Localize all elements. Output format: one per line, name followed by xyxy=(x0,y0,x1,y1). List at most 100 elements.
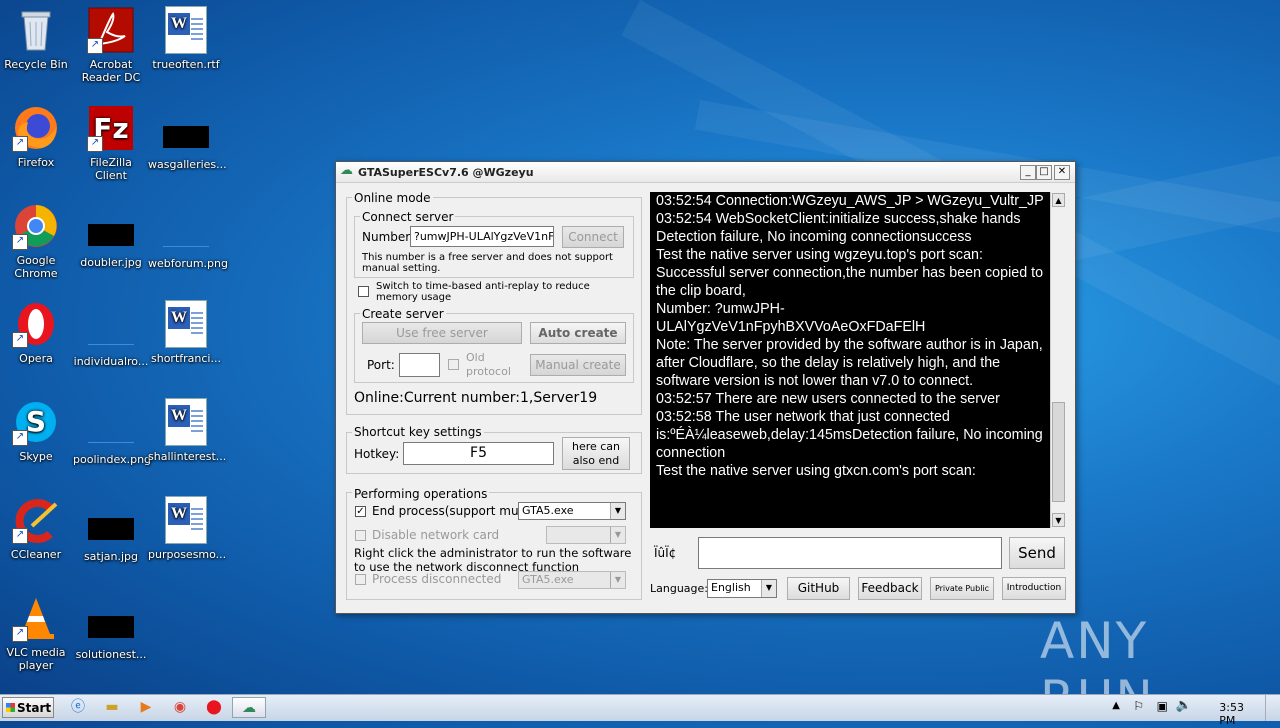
online-status-text: Online:Current number:1,Server19 xyxy=(354,390,598,406)
desktop-icon-google-chrome[interactable]: ↗ Google Chrome xyxy=(0,202,74,280)
private-public-button[interactable]: Private Public xyxy=(930,577,994,600)
scroll-thumb[interactable] xyxy=(1052,402,1065,502)
image-thumbnail xyxy=(88,224,134,246)
acrobat-icon: ↗ xyxy=(87,6,135,54)
show-desktop-button[interactable] xyxy=(1265,695,1280,721)
old-protocol-checkbox[interactable] xyxy=(448,359,459,370)
disable-network-checkbox[interactable] xyxy=(355,530,366,541)
desktop-icon-acrobat[interactable]: ↗ Acrobat Reader DC xyxy=(73,6,149,84)
scroll-up-icon[interactable]: ▲ xyxy=(1052,193,1065,207)
shortcut-label: Shortcut key settings xyxy=(352,425,484,439)
maximize-button[interactable]: □ xyxy=(1036,165,1052,180)
log-output[interactable]: 03:52:54 Connection:WGzeyu_AWS_JP > WGze… xyxy=(650,192,1050,528)
network-icon[interactable]: ▣ xyxy=(1157,699,1168,713)
word-document-icon: W xyxy=(162,496,210,544)
introduction-button[interactable]: Introduction xyxy=(1002,577,1066,600)
desktop-icon-firefox[interactable]: ↗ Firefox xyxy=(0,104,74,169)
action-center-flag-icon[interactable]: ⚐ xyxy=(1133,699,1144,713)
hotkey-field[interactable]: F5 xyxy=(403,442,554,465)
desktop-icon-solutionest[interactable]: solutionest... xyxy=(73,594,149,661)
ie-taskbar-icon[interactable]: ⓔ xyxy=(64,697,92,718)
shortcut-arrow-icon: ↗ xyxy=(12,332,28,348)
github-button[interactable]: GitHub xyxy=(787,577,850,600)
chat-input[interactable] xyxy=(698,537,1002,569)
word-document-icon: W xyxy=(162,300,210,348)
opera-taskbar-icon[interactable]: ⬤ xyxy=(200,697,228,718)
process-disconnected-select[interactable]: GTA5.exe ▼ xyxy=(518,571,626,589)
desktop-icon-wasgalleries[interactable]: wasgalleries... xyxy=(148,104,227,171)
desktop-icon-label: Recycle Bin xyxy=(4,58,68,71)
use-free-server-button[interactable]: Use free server xyxy=(362,322,522,344)
end-process-select[interactable]: GTA5.exe ▼ xyxy=(518,502,626,520)
manual-create-button[interactable]: Manual create xyxy=(530,354,626,376)
shortcut-arrow-icon: ↗ xyxy=(12,528,28,544)
log-line: 03:52:57 There are new users connected t… xyxy=(656,391,1000,407)
desktop-icon-label: Google Chrome xyxy=(14,254,58,280)
chrome-taskbar-icon[interactable]: ◉ xyxy=(166,697,194,718)
image-thumbnail xyxy=(88,518,134,540)
online-mode-label: Online mode xyxy=(352,191,433,205)
log-line: Test the native server using gtxcn.com's… xyxy=(656,463,976,479)
start-button[interactable]: Start xyxy=(2,697,54,718)
desktop-icon-individualro[interactable]: individualro... xyxy=(73,300,149,368)
log-line: Test the native server using wgzeyu.top'… xyxy=(656,247,1044,299)
network-card-select[interactable]: ▼ xyxy=(546,526,626,544)
explorer-taskbar-icon[interactable]: ▬ xyxy=(98,697,126,718)
here-can-also-end-button[interactable]: here can also end xyxy=(562,437,630,470)
taskbar: Start ⓔ ▬ ▶ ◉ ⬤ ☁ ▲ ⚐ ▣ 🔈 3:53 PM xyxy=(0,694,1280,727)
desktop-icon-webforum[interactable]: webforum.png xyxy=(148,202,228,270)
create-server-label: Create server xyxy=(360,307,446,321)
anti-replay-checkbox[interactable] xyxy=(358,286,369,297)
desktop-icon-poolindex[interactable]: poolindex.png xyxy=(73,398,151,466)
end-process-checkbox[interactable]: ✓ xyxy=(355,506,366,517)
desktop-icon-purposesmo[interactable]: W purposesmo... xyxy=(148,496,227,561)
end-process-value: GTA5.exe xyxy=(522,504,574,517)
desktop-icon-doubler[interactable]: doubler.jpg xyxy=(73,202,149,269)
desktop-icon-label: purposesmo... xyxy=(148,548,227,561)
taskbar-clock[interactable]: 3:53 PM xyxy=(1219,701,1244,727)
gtasuperesc-taskbar-icon[interactable]: ☁ xyxy=(232,697,266,718)
language-select[interactable]: English ▼ xyxy=(707,579,777,598)
auto-create-button[interactable]: Auto create xyxy=(530,322,626,344)
desktop-icon-label: Opera xyxy=(19,352,53,365)
connect-button[interactable]: Connect xyxy=(562,226,624,248)
desktop-icon-filezilla[interactable]: Fz ↗ FileZilla Client xyxy=(73,104,149,182)
tray-expand-icon[interactable]: ▲ xyxy=(1112,700,1120,711)
log-line: 03:52:54 WebSocketClient:initialize succ… xyxy=(656,211,1021,245)
close-button[interactable]: ✕ xyxy=(1054,165,1070,180)
server-number-field[interactable]: ?umwJPH-ULAlYgzVeV1nFpyhBXVVoAeOxFDaFElH xyxy=(410,226,554,247)
image-thumbnail xyxy=(163,224,209,247)
image-thumbnail xyxy=(88,322,134,345)
desktop-icon-vlc[interactable]: ↗ VLC media player xyxy=(0,594,74,672)
media-player-taskbar-icon[interactable]: ▶ xyxy=(132,697,160,718)
desktop-icon-recycle-bin[interactable]: Recycle Bin xyxy=(0,6,74,71)
desktop-icon-shallinterest[interactable]: W shallinterest... xyxy=(148,398,226,463)
desktop-icon-opera[interactable]: ↗ Opera xyxy=(0,300,74,365)
end-process-label: End process(support mult xyxy=(372,504,518,518)
desktop-icon-label: webforum.png xyxy=(148,257,228,270)
port-field[interactable] xyxy=(399,353,440,377)
connect-server-label: Connect server xyxy=(360,210,456,224)
opera-icon: ↗ xyxy=(12,300,60,348)
recycle-bin-icon xyxy=(12,6,60,54)
minimize-button[interactable]: _ xyxy=(1020,165,1036,180)
desktop-icon-skype[interactable]: S ↗ Skype xyxy=(0,398,74,463)
feedback-button[interactable]: Feedback xyxy=(858,577,922,600)
process-disconnected-checkbox[interactable] xyxy=(355,574,366,585)
send-button[interactable]: Send xyxy=(1009,537,1065,569)
scroll-down-icon[interactable]: ▼ xyxy=(1052,513,1065,527)
windows-logo-icon xyxy=(6,703,15,712)
log-scrollbar[interactable]: ▲ ▼ xyxy=(1050,192,1067,528)
chevron-down-icon: ▼ xyxy=(761,580,776,597)
desktop-icon-shortfranci[interactable]: W shortfranci... xyxy=(148,300,224,365)
shortcut-arrow-icon: ↗ xyxy=(12,430,28,446)
desktop-icon-satjan[interactable]: satjan.jpg xyxy=(73,496,149,563)
desktop-icon-ccleaner[interactable]: ↗ CCleaner xyxy=(0,496,74,561)
word-document-icon: W xyxy=(162,398,210,446)
volume-icon[interactable]: 🔈 xyxy=(1176,698,1192,713)
desktop-icon-label: wasgalleries... xyxy=(148,158,227,171)
desktop-icon-trueoften[interactable]: W trueoften.rtf xyxy=(148,6,224,71)
window-titlebar[interactable]: ☁ GTASuperESCv7.6 @WGzeyu _ □ ✕ xyxy=(336,162,1075,183)
old-protocol-label: Old protocol xyxy=(466,351,511,378)
vlc-cone-icon: ↗ xyxy=(12,594,60,642)
